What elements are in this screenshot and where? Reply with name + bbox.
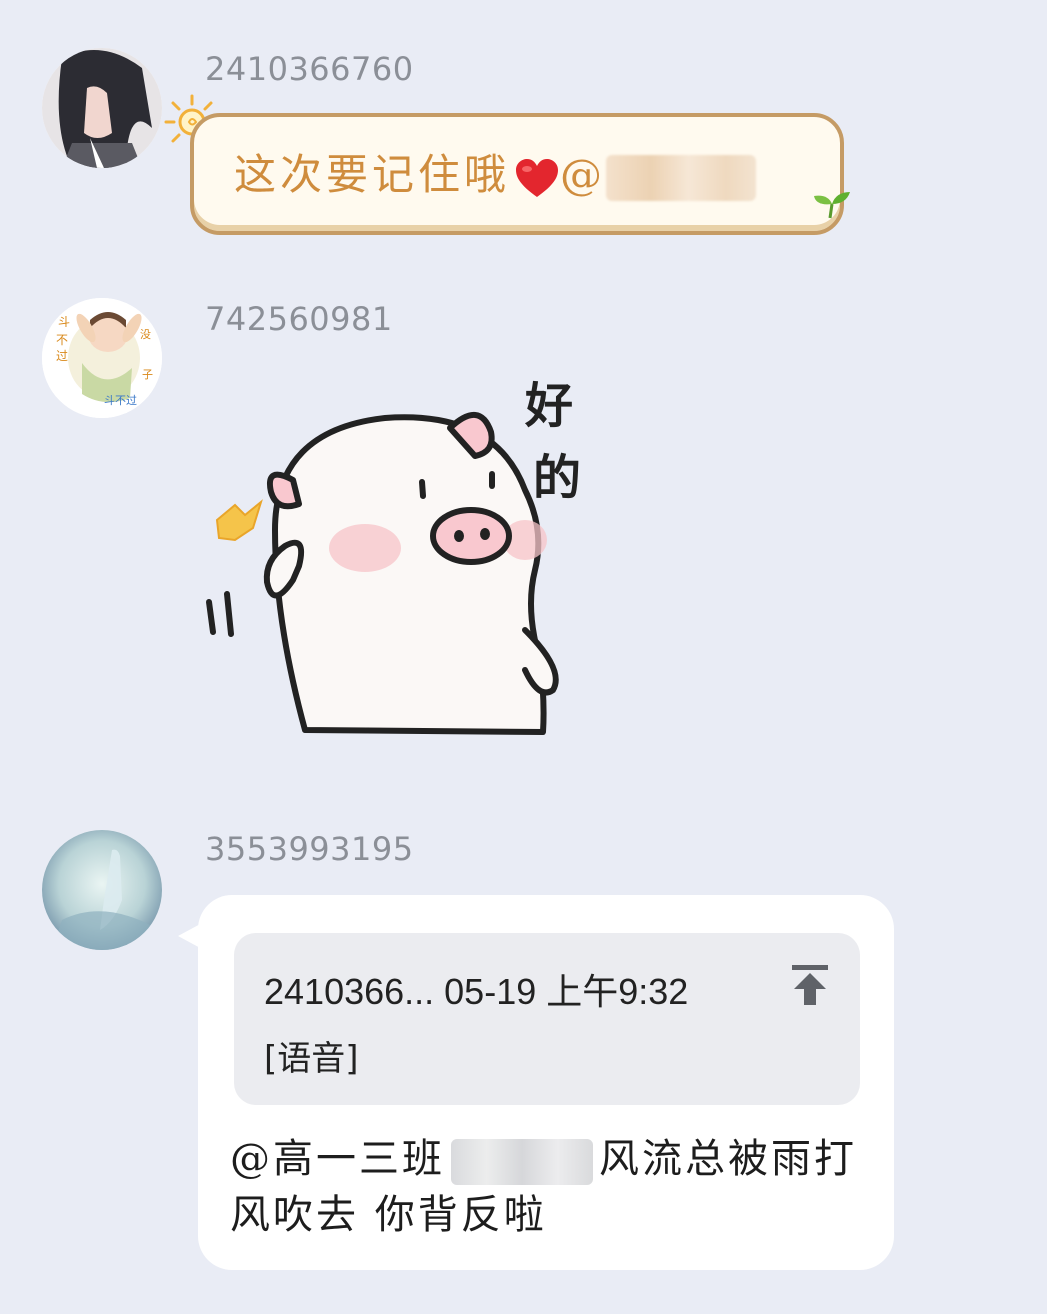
heart-icon bbox=[516, 159, 559, 197]
message-text-body: 这次要记住哦 bbox=[234, 150, 511, 199]
chat-thread: 2410366760 这次要记住哦 @ 斗 不 过 没 子 斗不过 742560… bbox=[0, 0, 1047, 1314]
sender-id: 3553993195 bbox=[205, 830, 414, 868]
quote-body: [语音] bbox=[264, 1039, 359, 1079]
reply-mention: @高一三班 bbox=[230, 1136, 445, 1182]
decorated-text-bubble[interactable]: 这次要记住哦 @ bbox=[190, 113, 844, 235]
quote-header: 2410366... 05-19 上午9:32 bbox=[264, 971, 689, 1012]
jump-to-message-icon[interactable] bbox=[790, 963, 830, 1007]
blurred-mention bbox=[606, 155, 757, 201]
pig-body bbox=[272, 414, 547, 735]
pig-snout bbox=[430, 507, 512, 565]
pig-ear bbox=[267, 471, 302, 510]
svg-text:子: 子 bbox=[142, 368, 153, 381]
motion-line bbox=[224, 591, 234, 637]
reply-bubble[interactable]: 2410366... 05-19 上午9:32 [语音] @高一三班 风流总被雨打… bbox=[198, 895, 894, 1270]
svg-text:不: 不 bbox=[56, 333, 68, 347]
avatar-image bbox=[42, 48, 162, 168]
sender-id: 2410366760 bbox=[205, 50, 414, 88]
avatar-3553993195[interactable] bbox=[42, 830, 162, 950]
motion-line bbox=[206, 599, 216, 635]
message-text: 这次要记住哦 @ bbox=[234, 141, 757, 202]
svg-text:过: 过 bbox=[56, 349, 68, 363]
sender-id: 742560981 bbox=[205, 300, 393, 338]
pig-sticker[interactable]: 好 的 bbox=[195, 370, 615, 750]
avatar-742560981[interactable]: 斗 不 过 没 子 斗不过 bbox=[42, 298, 162, 418]
mention-at: @ bbox=[560, 150, 607, 199]
blurred-name bbox=[451, 1139, 593, 1185]
leaf-icon bbox=[814, 192, 850, 219]
quoted-message[interactable]: 2410366... 05-19 上午9:32 [语音] bbox=[234, 933, 860, 1105]
sparkle-mark bbox=[215, 499, 263, 542]
svg-text:斗不过: 斗不过 bbox=[104, 394, 137, 407]
sticker-text-2: 的 bbox=[533, 450, 581, 506]
svg-text:没: 没 bbox=[140, 328, 151, 341]
svg-text:斗: 斗 bbox=[58, 315, 70, 329]
avatar-2410366760[interactable] bbox=[42, 48, 162, 168]
avatar-image bbox=[42, 830, 162, 950]
reply-text: @高一三班 风流总被雨打风吹去 你背反啦 bbox=[230, 1131, 870, 1243]
sticker-text-1: 好 bbox=[524, 378, 573, 434]
avatar-image: 斗 不 过 没 子 斗不过 bbox=[42, 298, 162, 418]
